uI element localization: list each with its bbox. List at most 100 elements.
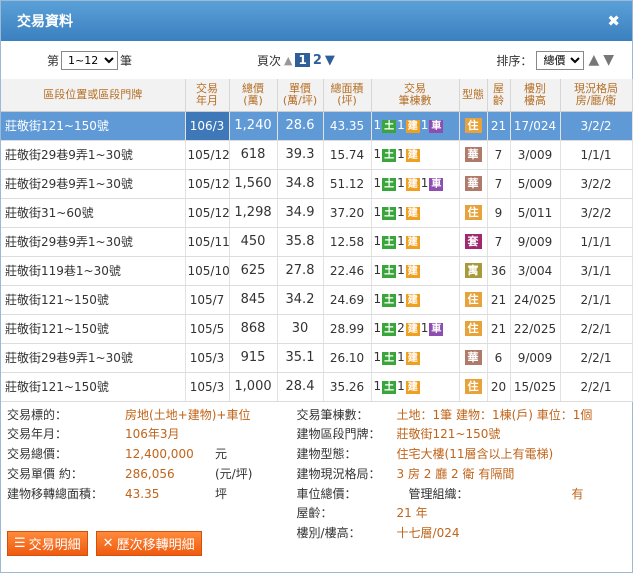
car-badge: 車 [429, 120, 444, 133]
detail-row: 建物移轉總面積： 43.35 坪 [7, 485, 297, 505]
total-price-cell: 450 [229, 227, 278, 257]
car-badge: 車 [429, 178, 444, 191]
unit-price-cell: 30 [277, 314, 324, 344]
floor-cell: 3/004 [510, 256, 561, 286]
range-select[interactable]: 1~12 [61, 50, 119, 70]
table-row[interactable]: 莊敬街29巷9弄1~30號 105/12 618 39.3 15.74 1 土 1 建華 7 3/0… [1, 140, 633, 170]
building-badge: 建 [405, 265, 420, 278]
header-cell[interactable]: 樓別 樓高 [510, 79, 561, 112]
transfer-history-button[interactable]: ✕ 歷次移轉明細 [95, 531, 202, 556]
parcel-count-cell: 1土1建 [371, 256, 460, 286]
area-cell: 35.26 [323, 372, 372, 402]
header-cell[interactable]: 區段位置或區段門牌 [1, 79, 186, 112]
date-cell: 105/12 [185, 140, 230, 170]
table-row[interactable]: 莊敬街29巷9弄1~30號 105/11 450 35.8 12.58 1 土 1 建套 7 9/0… [1, 227, 633, 257]
type-cell: 住 [459, 111, 488, 141]
date-cell: 106/3 [185, 111, 230, 141]
detail-label: 建物型態： [296, 447, 357, 462]
header-cell[interactable]: 交易 筆棟數 [371, 79, 460, 112]
detail-value: 房地(土地+建物)+車位 [125, 407, 251, 422]
detail-label: 建物現況格局： [296, 466, 381, 481]
land-badge: 土 [382, 236, 397, 249]
table-row[interactable]: 莊敬街119巷1~30號 105/10 625 27.8 22.46 1 土 1 建寓 36 3/0… [1, 256, 633, 286]
parcel-count-cell: 1土1建 [371, 198, 460, 228]
current-page[interactable]: 1 [295, 53, 310, 67]
land-badge: 土 [382, 120, 397, 133]
parcel-count-cell: 1土1建 [371, 372, 460, 402]
header-cell[interactable]: 單價 (萬/坪) [277, 79, 324, 112]
sort-desc-icon[interactable]: ▼ [603, 52, 614, 68]
type-badge: 華 [464, 176, 482, 191]
header-cell[interactable]: 型態 [459, 79, 488, 112]
table-row[interactable]: 莊敬街31~60號 105/12 1,298 34.9 37.20 1 土 1 建住 9 5/011… [1, 198, 633, 228]
address-cell: 莊敬街29巷9弄1~30號 [1, 227, 186, 257]
page-up-icon[interactable]: ▲ [284, 54, 292, 67]
type-badge: 住 [464, 205, 482, 220]
area-cell: 28.99 [323, 314, 372, 344]
sort-asc-icon[interactable]: ▲ [588, 52, 599, 68]
address-cell: 莊敬街29巷9弄1~30號 [1, 343, 186, 373]
detail-row: 交易單價 約： 286,056 (元/坪) [7, 465, 297, 485]
title-bar: 交易資料 ✖ [1, 1, 632, 41]
total-price-cell: 618 [229, 140, 278, 170]
building-badge: 建 [405, 352, 420, 365]
trade-detail-button[interactable]: ☰ 交易明細 [7, 531, 88, 556]
page-down-icon[interactable]: ▼ [325, 53, 335, 68]
date-cell: 105/3 [185, 372, 230, 402]
total-price-cell: 1,000 [229, 372, 278, 402]
age-cell: 7 [487, 227, 511, 257]
unit-price-cell: 35.8 [277, 227, 324, 257]
unit-price-cell: 35.1 [277, 343, 324, 373]
layout-cell: 3/1/1 [560, 256, 633, 286]
car-count: 1 [420, 176, 429, 190]
total-price-cell: 845 [229, 285, 278, 315]
address-cell: 莊敬街29巷9弄1~30號 [1, 140, 186, 170]
header-cell[interactable]: 屋齡 [487, 79, 511, 112]
header-cell[interactable]: 現況格局 房/廳/衛 [560, 79, 633, 112]
age-cell: 9 [487, 198, 511, 228]
building-badge: 建 [405, 120, 420, 133]
page-label: 頁次 [257, 53, 282, 68]
date-cell: 105/10 [185, 256, 230, 286]
parcel-count-cell: 1土2建1車 [371, 314, 460, 344]
parcel-count-cell: 1土1建 [371, 140, 460, 170]
car-count: 1 [420, 118, 429, 132]
sort-label: 排序： [496, 53, 533, 68]
page-link-2[interactable]: 2 [313, 53, 322, 68]
date-cell: 105/7 [185, 285, 230, 315]
table-row[interactable]: 莊敬街121~150號 106/3 1,240 28.6 43.35 1 土 1 建 1 車住 21 1… [1, 111, 633, 141]
header-cell[interactable]: 總面積 (坪) [323, 79, 372, 112]
age-cell: 21 [487, 285, 511, 315]
type-cell: 住 [459, 314, 488, 344]
table-row[interactable]: 莊敬街121~150號 105/5 868 30 28.99 1 土 2 建 1 車住 21 22/02… [1, 314, 633, 344]
land-badge: 土 [382, 352, 397, 365]
close-icon[interactable]: ✖ [607, 12, 620, 30]
parcel-count-cell: 1土1建 [371, 343, 460, 373]
sort-select[interactable]: 總價 [536, 50, 585, 70]
type-cell: 寓 [459, 256, 488, 286]
detail-label: 交易標的： [7, 407, 68, 422]
detail-row: 交易總價： 12,400,000 元 [7, 445, 297, 465]
table-row[interactable]: 莊敬街29巷9弄1~30號 105/12 1,560 34.8 51.12 1 土 1 建 1 車華… [1, 169, 633, 199]
building-badge: 建 [405, 323, 420, 336]
header-cell[interactable]: 交易 年月 [185, 79, 230, 112]
detail-row: 交易筆棟數： 土地：1筆 建物：1棟(戶) 車位：1個 [297, 406, 626, 426]
area-cell: 15.74 [323, 140, 372, 170]
toolbar: 第 1~12 筆 頁次 ▲ 1 2 ▼ 排序： 總價 ▲ ▼ [1, 41, 632, 79]
type-cell: 住 [459, 285, 488, 315]
building-badge: 建 [405, 149, 420, 162]
land-badge: 土 [382, 381, 397, 394]
unit-price-cell: 34.2 [277, 285, 324, 315]
land-badge: 土 [382, 294, 397, 307]
parcel-count-cell: 1土1建 [371, 227, 460, 257]
table-row[interactable]: 莊敬街121~150號 105/3 1,000 28.4 35.26 1 土 1 建住 20 15/… [1, 372, 633, 402]
table-row[interactable]: 莊敬街29巷9弄1~30號 105/3 915 35.1 26.10 1 土 1 建華 6 9/00… [1, 343, 633, 373]
detail-value: 12,400,000 [125, 447, 194, 462]
header-cell[interactable]: 總價 (萬) [229, 79, 278, 112]
age-cell: 21 [487, 111, 511, 141]
parcel-count-cell: 1土1建1車 [371, 111, 460, 141]
land-badge: 土 [382, 178, 397, 191]
detail-value: 21 年 [396, 506, 428, 521]
table-row[interactable]: 莊敬街121~150號 105/7 845 34.2 24.69 1 土 1 建住 21 24/02… [1, 285, 633, 315]
age-cell: 21 [487, 314, 511, 344]
